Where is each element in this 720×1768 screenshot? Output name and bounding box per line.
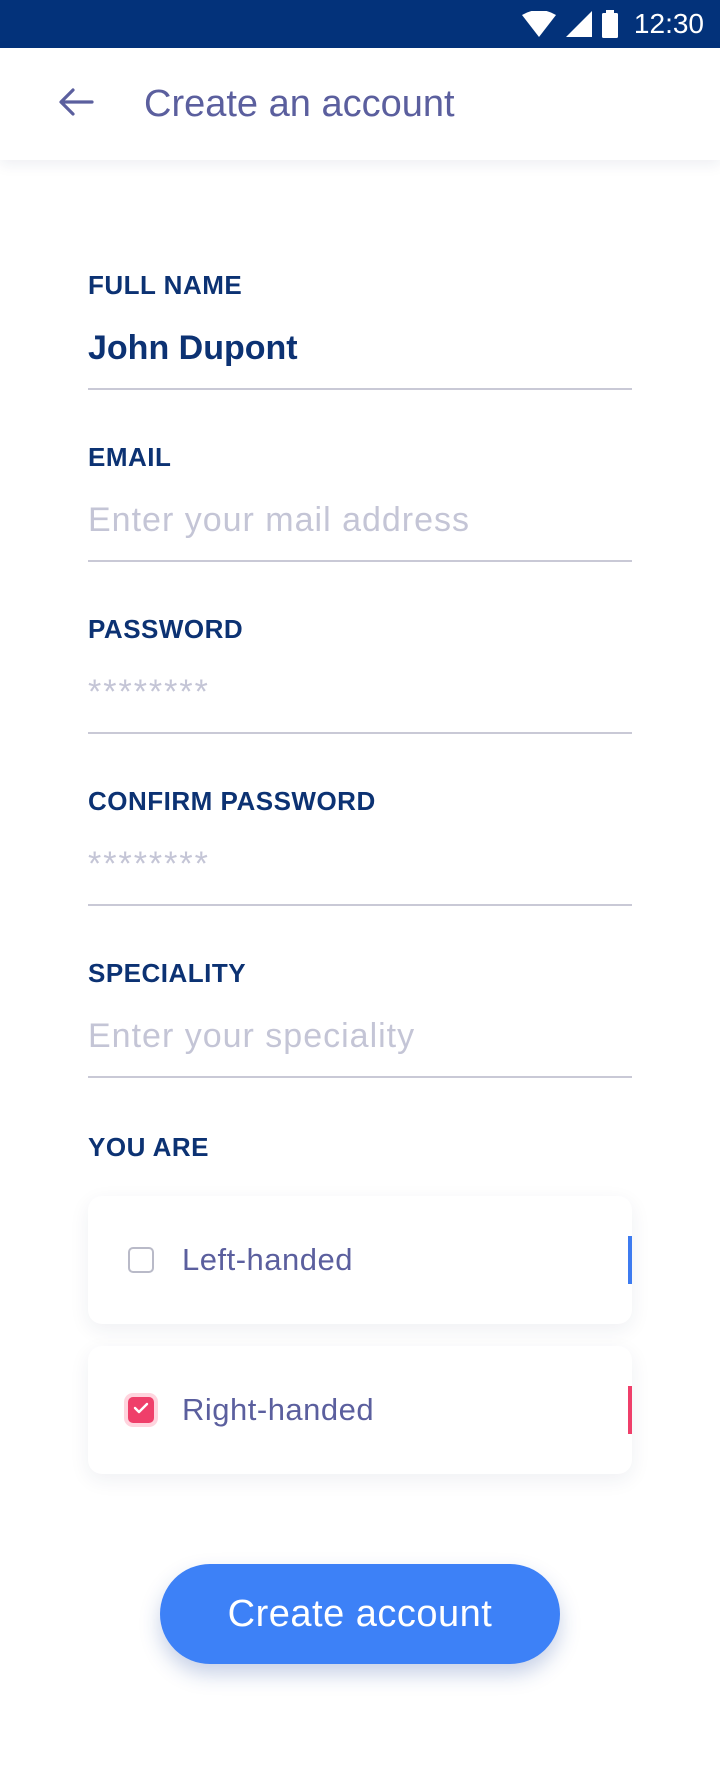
page-title: Create an account [144,82,455,125]
left-handed-accent-bar [628,1236,632,1284]
speciality-underline [88,1076,632,1078]
speciality-input[interactable] [88,1014,632,1058]
password-input[interactable] [88,670,632,714]
confirm-password-field: CONFIRM PASSWORD [88,786,632,958]
right-handed-checkbox[interactable] [128,1397,154,1423]
email-underline [88,560,632,562]
email-input[interactable] [88,498,632,542]
option-right-handed[interactable]: Right-handed [88,1346,632,1474]
speciality-label: SPECIALITY [88,958,247,988]
full-name-field: FULL NAME [88,270,632,442]
signal-icon [565,11,592,37]
back-button[interactable] [46,74,106,134]
left-handed-label: Left-handed [182,1242,353,1277]
email-label: EMAIL [88,442,172,472]
speciality-field: SPECIALITY [88,958,632,1130]
left-handed-checkbox[interactable] [128,1247,154,1273]
create-account-button[interactable]: Create account [160,1564,560,1664]
you-are-label: YOU ARE [88,1132,209,1162]
full-name-input[interactable] [88,326,632,370]
confirm-password-label: CONFIRM PASSWORD [88,786,376,816]
app-bar: Create an account [0,48,720,160]
password-label: PASSWORD [88,614,244,644]
confirm-password-underline [88,904,632,906]
create-account-screen: 12:30 Create an account FULL NAME EMAIL … [0,0,720,1768]
password-field: PASSWORD [88,614,632,786]
right-handed-label: Right-handed [182,1392,375,1427]
arrow-left-icon [58,87,94,122]
checkmark-icon [133,1401,149,1420]
option-left-handed[interactable]: Left-handed [88,1196,632,1324]
email-field: EMAIL [88,442,632,614]
right-handed-accent-bar [628,1386,632,1434]
status-bar: 12:30 [0,0,720,48]
battery-icon [601,10,618,38]
wifi-icon [521,11,556,37]
status-time: 12:30 [633,8,704,39]
full-name-underline [88,388,632,390]
create-account-form: FULL NAME EMAIL PASSWORD CONFIRM PASSWOR… [88,270,632,1474]
full-name-label: FULL NAME [88,270,243,300]
password-underline [88,732,632,734]
confirm-password-input[interactable] [88,842,632,886]
